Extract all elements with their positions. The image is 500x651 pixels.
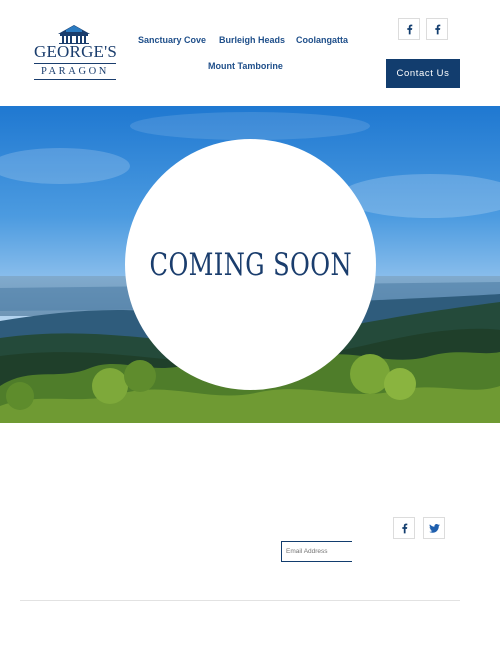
logo-title: GEORGE'S: [34, 42, 118, 61]
georges-paragon-logo[interactable]: GEORGE'S PARAGON: [34, 24, 118, 82]
facebook-icon: [434, 24, 440, 34]
footer-divider: [20, 600, 460, 601]
footer-facebook-link[interactable]: [393, 517, 415, 539]
header-facebook-link-1[interactable]: [398, 18, 420, 40]
email-address-input[interactable]: [281, 541, 352, 562]
site-header: GEORGE'S PARAGON Sanctuary Cove Burleigh…: [0, 0, 500, 106]
hero-banner: COMING SOON: [0, 106, 500, 423]
nav-link-mount-tamborine[interactable]: Mount Tamborine: [208, 61, 283, 71]
nav-link-coolangatta[interactable]: Coolangatta: [296, 35, 348, 45]
building-logo-icon: [58, 25, 90, 44]
coming-soon-circle: COMING SOON: [125, 139, 376, 390]
facebook-icon: [406, 24, 412, 34]
nav-link-burleigh-heads[interactable]: Burleigh Heads: [219, 35, 285, 45]
logo-subtitle: PARAGON: [34, 63, 116, 80]
nav-link-sanctuary-cove[interactable]: Sanctuary Cove: [138, 35, 206, 45]
footer-twitter-link[interactable]: [423, 517, 445, 539]
twitter-icon: [428, 523, 440, 533]
header-facebook-link-2[interactable]: [426, 18, 448, 40]
coming-soon-heading: COMING SOON: [149, 246, 352, 283]
facebook-icon: [401, 523, 407, 533]
contact-us-button[interactable]: Contact Us: [386, 59, 460, 88]
